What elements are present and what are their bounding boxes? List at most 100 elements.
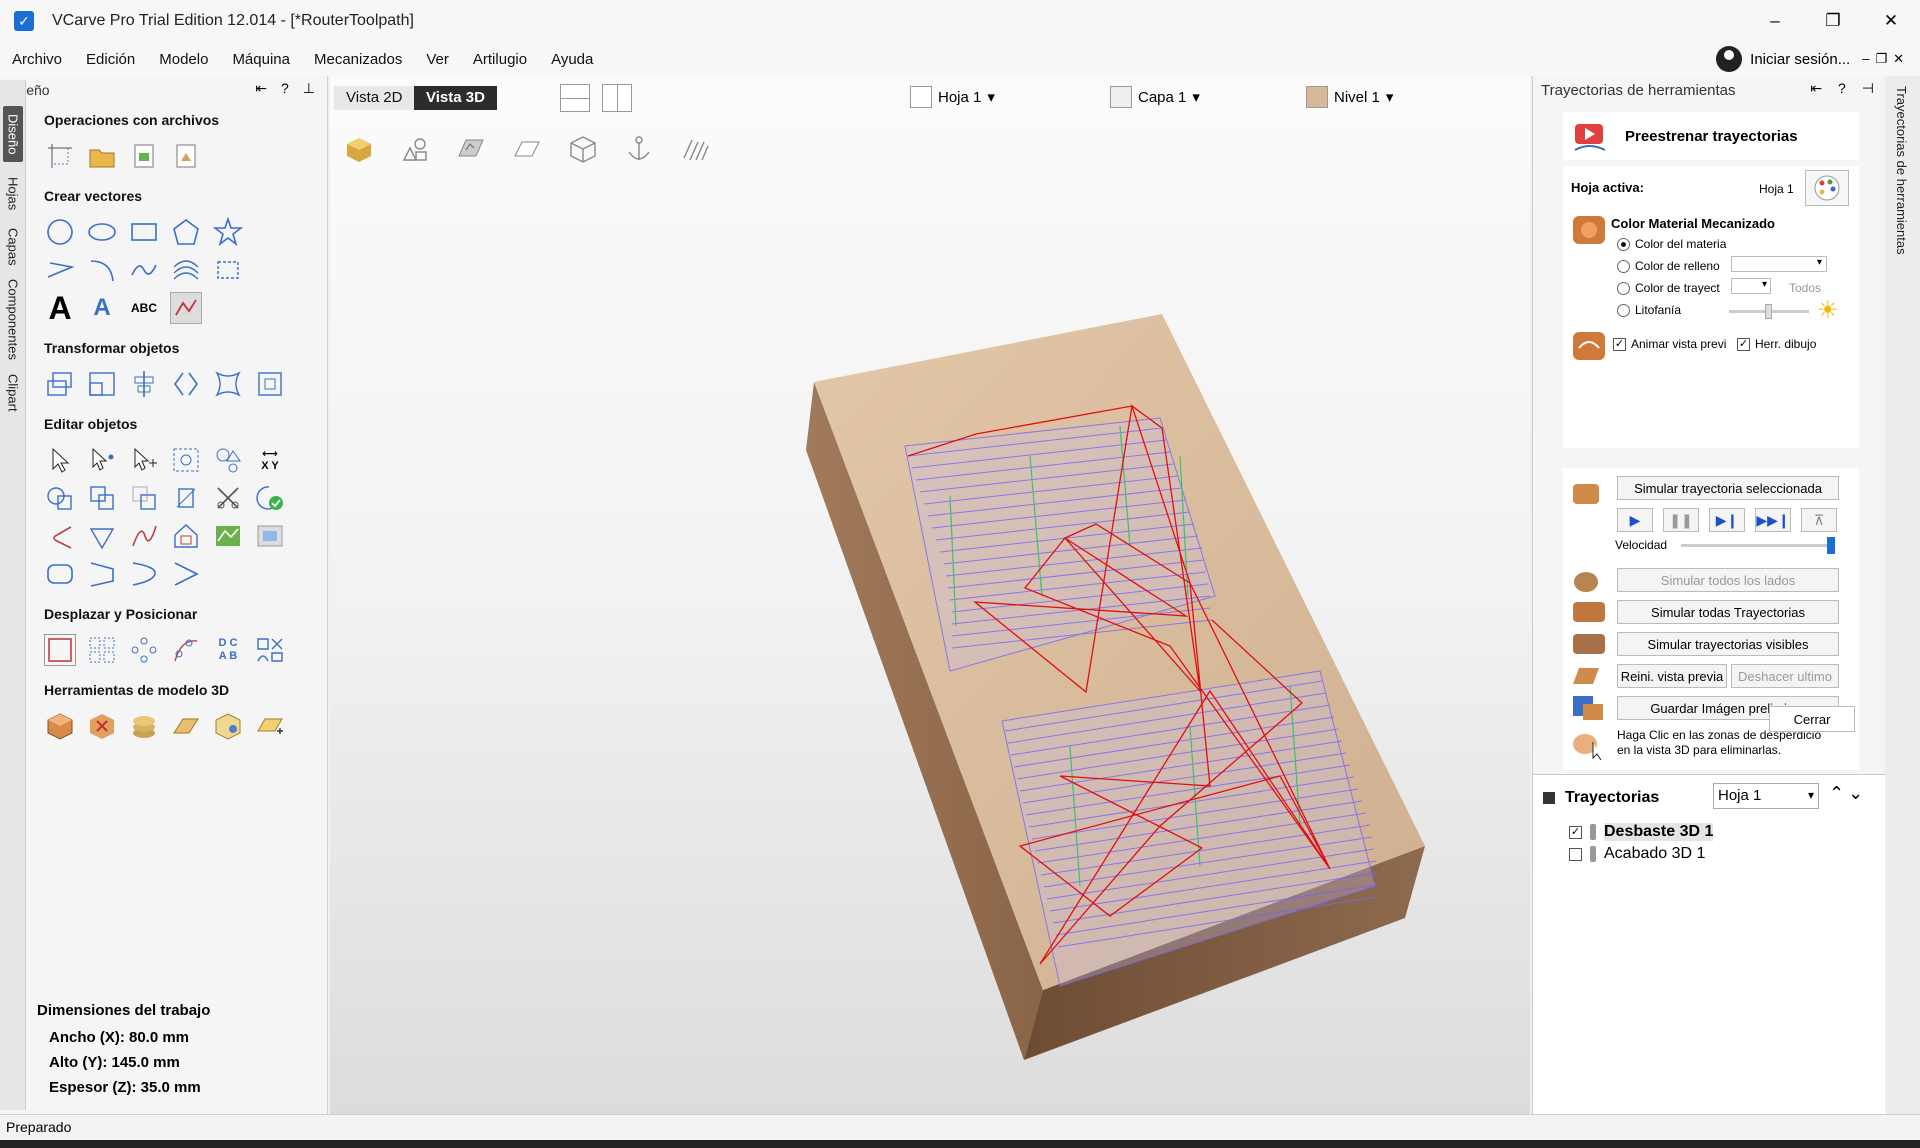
undo-last-button[interactable]: Deshacer ultimo	[1731, 664, 1839, 688]
copy-along-curve-icon[interactable]	[170, 634, 202, 666]
tab-componentes[interactable]: Componentes	[3, 276, 23, 362]
toolpath-sheet-select[interactable]: Hoja 1 ▾	[1713, 783, 1819, 809]
subtract-icon[interactable]	[86, 482, 118, 514]
model-texture-icon[interactable]	[212, 710, 244, 742]
toolpath-item-roughing[interactable]: ✓ Desbaste 3D 1	[1569, 823, 1714, 841]
tab-vista-2d[interactable]: Vista 2D	[334, 86, 415, 110]
trace-bitmap-icon[interactable]	[170, 292, 202, 324]
menu-artilugio[interactable]: Artilugio	[461, 51, 539, 68]
job-setup-icon[interactable]	[44, 140, 76, 172]
import-vectors-icon[interactable]	[128, 140, 160, 172]
weld-icon[interactable]	[44, 482, 76, 514]
ellipse-icon[interactable]	[86, 216, 118, 248]
sheet-dropdown[interactable]: Hoja 1 ▾	[910, 86, 995, 108]
radio-fill-color[interactable]	[1617, 260, 1630, 273]
layer-dropdown[interactable]: Capa 1 ▾	[1110, 86, 1200, 108]
circle-icon[interactable]	[44, 216, 76, 248]
minimize-button[interactable]: –	[1746, 0, 1804, 42]
join-icon[interactable]	[128, 558, 160, 590]
lithophane-slider[interactable]	[1729, 304, 1809, 319]
3d-viewport[interactable]: Vista 2D Vista 3D Hoja 1 ▾ Capa 1 ▾ Nivel …	[330, 76, 1530, 1116]
array-rect-icon[interactable]	[44, 634, 76, 666]
block-copy-icon[interactable]	[86, 634, 118, 666]
trim-icon[interactable]	[212, 482, 244, 514]
menu-maquina[interactable]: Máquina	[220, 51, 302, 68]
level-dropdown[interactable]: Nivel 1 ▾	[1306, 86, 1393, 108]
text-icon[interactable]: A	[44, 290, 76, 326]
star-icon[interactable]	[212, 216, 244, 248]
color-palette-icon[interactable]	[1805, 170, 1849, 206]
collapse-panel-icon[interactable]: ⇤	[1810, 80, 1822, 97]
speed-slider[interactable]	[1681, 537, 1835, 554]
split-horizontal-icon[interactable]	[560, 84, 590, 112]
dimension-icon[interactable]	[212, 254, 244, 286]
simulate-visible-button[interactable]: Simular trayectorias visibles	[1617, 632, 1839, 656]
rectangle-icon[interactable]	[128, 216, 160, 248]
close-button[interactable]: Cerrar	[1769, 706, 1855, 732]
arc-icon[interactable]	[86, 254, 118, 286]
bitmap-edit-icon[interactable]	[254, 520, 286, 552]
center-icon[interactable]	[254, 368, 286, 400]
intersect-icon[interactable]	[128, 482, 160, 514]
menu-ver[interactable]: Ver	[414, 51, 461, 68]
fit-curves-icon[interactable]	[212, 520, 244, 552]
tab-vista-3d[interactable]: Vista 3D	[414, 86, 497, 110]
radio-lithophane[interactable]	[1617, 304, 1630, 317]
offset-curves-icon[interactable]	[170, 254, 202, 286]
chamfer-icon[interactable]	[86, 520, 118, 552]
login-area[interactable]: Iniciar sesión... –❐✕	[1716, 42, 1910, 76]
light-icon[interactable]: ☀	[1817, 296, 1839, 325]
nesting-icon[interactable]	[254, 634, 286, 666]
select-icon[interactable]	[44, 444, 76, 476]
menu-archivo[interactable]: Archivo	[0, 51, 74, 68]
fill-color-picker[interactable]: ▾	[1731, 256, 1827, 272]
draw-tool-checkbox[interactable]: ✓	[1737, 338, 1750, 351]
simulate-all-button[interactable]: Simular todas Trayectorias	[1617, 600, 1839, 624]
polygon-icon[interactable]	[170, 216, 202, 248]
close-vectors-icon[interactable]	[254, 482, 286, 514]
right-vertical-tab[interactable]: Trayectorias de herramientas	[1886, 76, 1920, 1116]
radio-toolpath-color[interactable]	[1617, 282, 1630, 295]
help-icon[interactable]: ?	[281, 80, 289, 97]
polyline-icon[interactable]	[44, 254, 76, 286]
radio-material-color[interactable]	[1617, 238, 1630, 251]
fillet-icon[interactable]	[44, 520, 76, 552]
menu-edicion[interactable]: Edición	[74, 51, 147, 68]
create-line-icon[interactable]	[170, 558, 202, 590]
split-vertical-icon[interactable]	[602, 84, 632, 112]
rounded-rect-icon[interactable]	[44, 558, 76, 590]
step-forward-button[interactable]: ▶❙	[1709, 508, 1745, 532]
fast-forward-button[interactable]: ▶▶❙	[1755, 508, 1791, 532]
play-button[interactable]: ▶	[1617, 508, 1653, 532]
login-label[interactable]: Iniciar sesión...	[1750, 51, 1850, 68]
toolpaths-toggle-icon[interactable]	[1543, 792, 1555, 804]
toolpath-item-finishing[interactable]: Acabado 3D 1	[1569, 845, 1705, 863]
move-down-icon[interactable]: ⌄	[1848, 783, 1863, 804]
component-stack-icon[interactable]	[128, 710, 160, 742]
autoscale-text-icon[interactable]: A	[86, 292, 118, 324]
extend-icon[interactable]	[86, 558, 118, 590]
animate-preview-checkbox[interactable]: ✓	[1613, 338, 1626, 351]
measure-icon[interactable]: ⟷ X Y	[254, 444, 286, 476]
nest-icon[interactable]	[212, 444, 244, 476]
move-up-icon[interactable]: ⌃	[1829, 783, 1844, 804]
circular-copy-icon[interactable]	[128, 634, 160, 666]
import-component-icon[interactable]	[44, 710, 76, 742]
toolpath-finishing-checkbox[interactable]	[1569, 847, 1582, 861]
tab-hojas[interactable]: Hojas	[3, 170, 23, 218]
menu-ayuda[interactable]: Ayuda	[539, 51, 605, 68]
simulate-selected-button[interactable]: Simular trayectoria seleccionada	[1617, 476, 1839, 500]
interactive-select-icon[interactable]	[170, 444, 202, 476]
overlap-icon[interactable]	[170, 482, 202, 514]
restore-button[interactable]: ❐	[1804, 0, 1862, 42]
distort-icon[interactable]	[212, 368, 244, 400]
tab-capas[interactable]: Capas	[3, 224, 23, 270]
curve-icon[interactable]	[128, 254, 160, 286]
simulate-all-sides-button[interactable]: Simular todos los lados	[1617, 568, 1839, 592]
smooth-icon[interactable]	[128, 520, 160, 552]
tab-diseno[interactable]: Diseño	[3, 106, 23, 162]
create-shape-icon[interactable]	[254, 710, 286, 742]
step-repeat-icon[interactable]: D CA B	[212, 634, 244, 666]
pause-button[interactable]: ❚❚	[1663, 508, 1699, 532]
node-edit-icon[interactable]	[86, 444, 118, 476]
